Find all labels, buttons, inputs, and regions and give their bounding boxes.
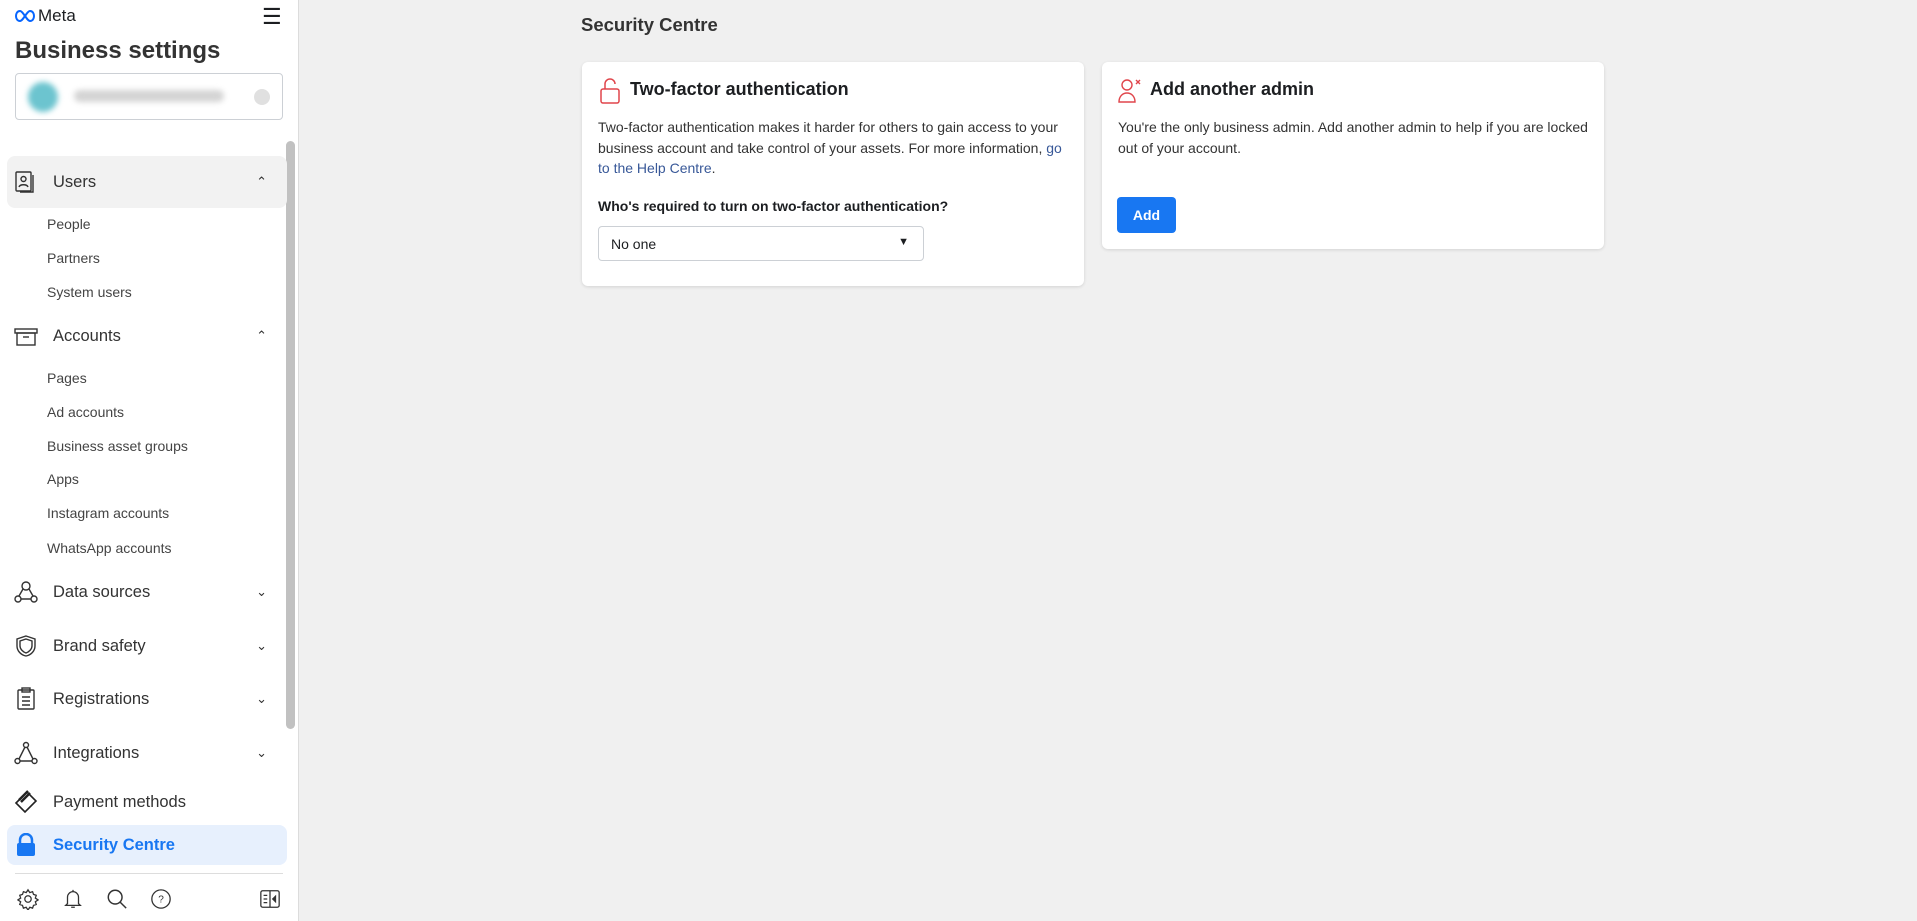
description-text: Two-factor authentication makes it harde… bbox=[598, 119, 1058, 156]
requirement-question: Who's required to turn on two-factor aut… bbox=[598, 198, 949, 214]
chevron-down-icon: ⌄ bbox=[256, 638, 267, 653]
sidebar-item-registrations[interactable]: Registrations ⌄ bbox=[7, 673, 287, 725]
accounts-icon bbox=[13, 323, 39, 349]
chevron-down-icon: ⌄ bbox=[256, 745, 267, 760]
card-description: You're the only business admin. Add anot… bbox=[1118, 119, 1588, 156]
sidebar-item-security-centre[interactable]: Security Centre bbox=[7, 825, 287, 865]
period: . bbox=[711, 160, 716, 176]
sidebar-subitem-instagram-accounts[interactable]: Instagram accounts bbox=[47, 505, 169, 521]
search-icon[interactable] bbox=[106, 888, 130, 912]
meta-infinity-icon bbox=[15, 10, 35, 22]
selected-value: No one bbox=[611, 236, 657, 252]
sidebar-item-label: Users bbox=[53, 172, 97, 191]
shield-icon bbox=[13, 633, 39, 659]
sidebar-subitem-pages[interactable]: Pages bbox=[47, 370, 87, 386]
sidebar-item-data-sources[interactable]: Data sources ⌄ bbox=[7, 566, 287, 618]
users-icon bbox=[13, 169, 39, 195]
card-title: Add another admin bbox=[1150, 79, 1315, 99]
settings-gear-icon[interactable] bbox=[16, 888, 41, 912]
hamburger-menu-icon[interactable]: ☰ bbox=[262, 6, 282, 28]
sidebar-item-label: Registrations bbox=[53, 689, 150, 708]
dropdown-arrow-icon: ▼ bbox=[898, 236, 909, 248]
data-sources-icon bbox=[13, 579, 39, 605]
card-description: Two-factor authentication makes it harde… bbox=[598, 117, 1073, 179]
sidebar-item-users[interactable]: Users ⌃ bbox=[7, 156, 287, 208]
logo-text: Meta bbox=[38, 6, 76, 25]
avatar bbox=[28, 82, 58, 112]
divider bbox=[15, 873, 283, 874]
sidebar: Meta ☰ Business settings Users ⌃ People P… bbox=[0, 0, 299, 921]
sidebar-subitem-business-asset-groups[interactable]: Business asset groups bbox=[47, 438, 188, 454]
sidebar-subitem-system-users[interactable]: System users bbox=[47, 284, 132, 300]
chevron-down-icon: ⌄ bbox=[256, 691, 267, 706]
chevron-up-icon: ⌃ bbox=[256, 174, 267, 189]
sidebar-subitem-partners[interactable]: Partners bbox=[47, 250, 100, 266]
integrations-icon bbox=[13, 740, 39, 766]
add-admin-button[interactable]: Add bbox=[1117, 197, 1176, 233]
sidebar-item-label: Data sources bbox=[53, 582, 151, 601]
sidebar-item-accounts[interactable]: Accounts ⌃ bbox=[7, 310, 287, 362]
unlocked-padlock-icon bbox=[600, 78, 620, 109]
add-admin-card: Add another admin You're the only busine… bbox=[1102, 62, 1604, 249]
sidebar-item-label: Integrations bbox=[53, 743, 140, 762]
sidebar-item-label: Payment methods bbox=[53, 792, 186, 811]
sidebar-subitem-people[interactable]: People bbox=[47, 216, 91, 232]
sidebar-item-brand-safety[interactable]: Brand safety ⌄ bbox=[7, 620, 287, 672]
page-title: Security Centre bbox=[581, 14, 718, 35]
sidebar-subitem-apps[interactable]: Apps bbox=[47, 471, 79, 487]
sidebar-title: Business settings bbox=[15, 37, 221, 64]
help-icon[interactable]: ? bbox=[150, 888, 174, 912]
sidebar-item-label: Brand safety bbox=[53, 636, 146, 655]
collapse-sidebar-icon[interactable] bbox=[259, 888, 283, 912]
business-account-selector[interactable] bbox=[15, 73, 283, 120]
clipboard-icon bbox=[13, 686, 39, 712]
chevron-down-icon: ⌄ bbox=[256, 584, 267, 599]
account-name-blurred bbox=[74, 90, 224, 102]
sidebar-item-label: Accounts bbox=[53, 326, 121, 345]
credit-card-icon bbox=[13, 789, 39, 815]
sidebar-item-integrations[interactable]: Integrations ⌄ bbox=[7, 727, 287, 779]
lock-icon bbox=[13, 832, 39, 858]
svg-text:?: ? bbox=[158, 895, 164, 906]
add-user-icon bbox=[1118, 78, 1144, 109]
two-factor-card: Two-factor authentication Two-factor aut… bbox=[582, 62, 1084, 286]
sidebar-subitem-whatsapp-accounts[interactable]: WhatsApp accounts bbox=[47, 540, 172, 556]
sidebar-subitem-ad-accounts[interactable]: Ad accounts bbox=[47, 404, 124, 420]
chevron-up-icon: ⌃ bbox=[256, 328, 267, 343]
two-factor-requirement-select[interactable]: No one ▼ bbox=[598, 226, 924, 261]
meta-logo[interactable]: Meta bbox=[15, 6, 76, 26]
sidebar-scrollbar[interactable] bbox=[286, 141, 295, 729]
card-title: Two-factor authentication bbox=[630, 79, 849, 99]
account-info-icon bbox=[254, 89, 270, 105]
sidebar-item-label: Security Centre bbox=[53, 835, 175, 854]
notifications-bell-icon[interactable] bbox=[62, 888, 86, 912]
sidebar-item-payment-methods[interactable]: Payment methods bbox=[7, 776, 287, 828]
